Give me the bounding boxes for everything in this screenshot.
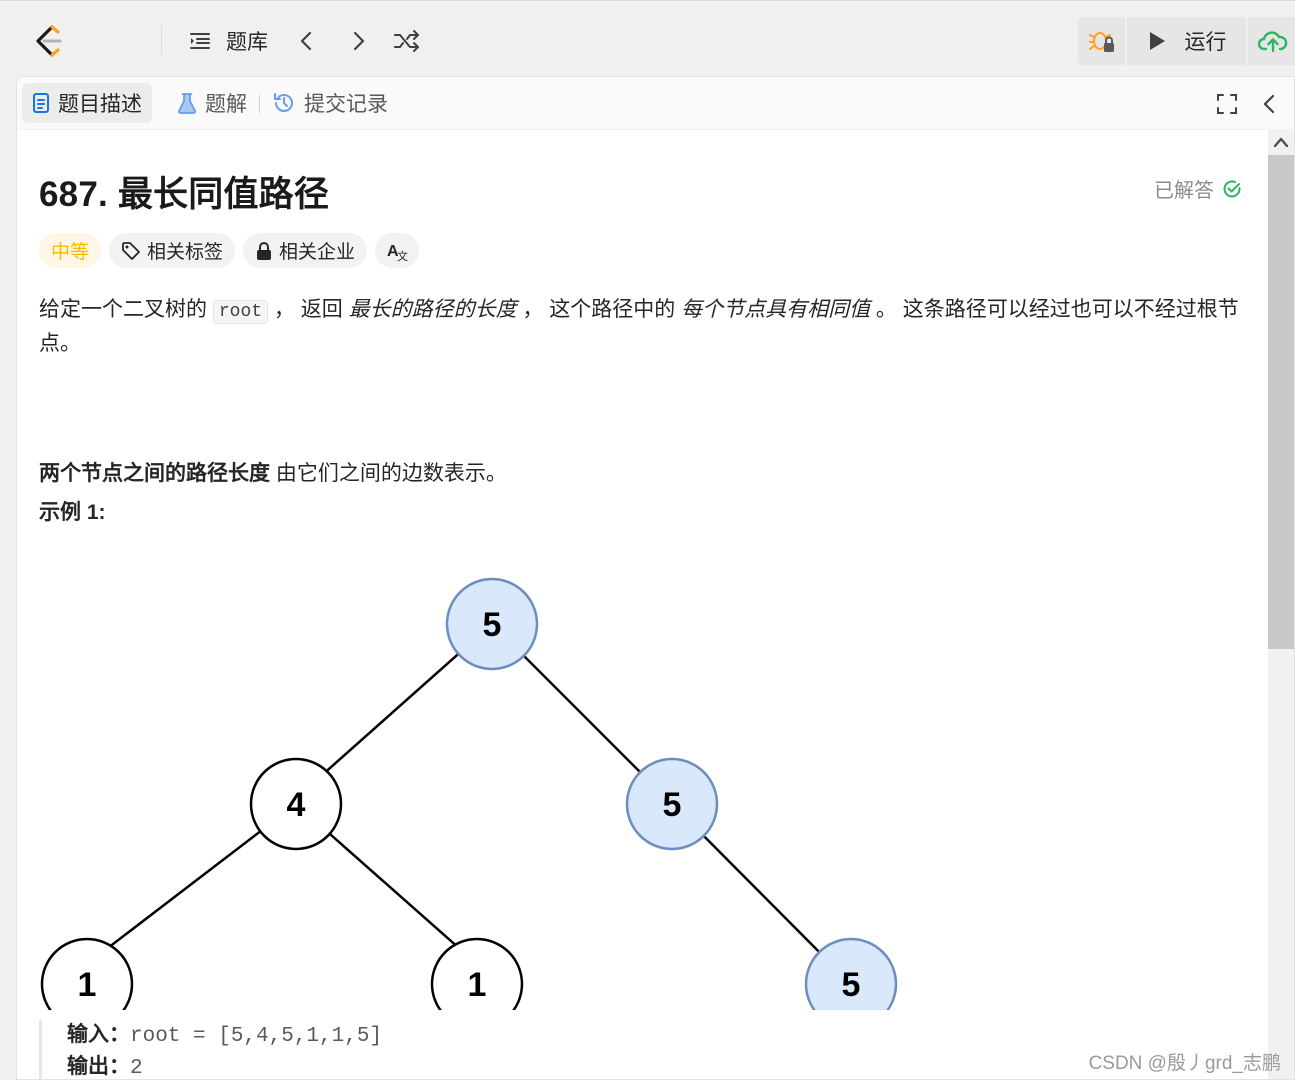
tab-submissions[interactable]: 提交记录 bbox=[262, 83, 398, 123]
desc-emphasis-1: 最长的路径的长度 bbox=[348, 298, 517, 321]
svg-text:文: 文 bbox=[397, 249, 408, 262]
desc-text: ， 返回 bbox=[268, 298, 349, 321]
watermark: CSDN @殷丿grd_志鹏 bbox=[1088, 1053, 1281, 1074]
run-label: 运行 bbox=[1184, 31, 1227, 54]
desc-bold: 两个节点之间的路径长度 bbox=[39, 462, 270, 485]
topics-tag-label: 相关标签 bbox=[147, 242, 224, 263]
example-input-line: 输入：root = [5,4,5,1,1,5] bbox=[67, 1020, 739, 1052]
tag-icon bbox=[122, 241, 140, 260]
tree-node-label: 5 bbox=[483, 606, 502, 644]
next-problem-button[interactable] bbox=[343, 26, 373, 56]
example-io-block: 输入：root = [5,4,5,1,1,5] 输出：2 bbox=[39, 1020, 739, 1080]
problem-panel: 题目描述 题解 提交记录 687. 最长同值路径 已解答 中等 相关标签 相关企… bbox=[16, 76, 1295, 1080]
problem-list-label: 题库 bbox=[226, 31, 268, 54]
leetcode-logo-icon[interactable] bbox=[30, 23, 66, 59]
run-button[interactable]: 运行 bbox=[1127, 17, 1246, 65]
example-heading: 示例 1: bbox=[39, 501, 106, 524]
shuffle-icon bbox=[394, 30, 419, 52]
tab-description-label: 题目描述 bbox=[58, 93, 142, 116]
history-icon bbox=[274, 93, 293, 112]
collapse-panel-icon[interactable] bbox=[1257, 91, 1283, 117]
tab-bar: 题目描述 题解 提交记录 bbox=[17, 77, 1294, 130]
check-circle-icon bbox=[1223, 180, 1241, 197]
tab-submissions-label: 提交记录 bbox=[304, 93, 388, 116]
lock-icon bbox=[257, 241, 272, 260]
input-label: 输入： bbox=[67, 1023, 130, 1046]
scrollbar-thumb[interactable] bbox=[1268, 155, 1294, 649]
example-tree-diagram: 5 4 5 1 1 5 bbox=[40, 577, 898, 1010]
problem-title: 687. 最长同值路径 bbox=[39, 175, 330, 214]
companies-tag-button[interactable]: 相关企业 bbox=[243, 233, 368, 268]
solved-label: 已解答 bbox=[1154, 180, 1214, 202]
play-icon bbox=[1149, 32, 1165, 50]
top-nav: 题库 运行 bbox=[0, 0, 1295, 76]
nav-divider bbox=[161, 25, 162, 55]
tab-divider bbox=[259, 95, 260, 113]
desc-emphasis-2: 每个节点具有相同值 bbox=[681, 298, 871, 321]
example-output-line: 输出：2 bbox=[67, 1052, 739, 1080]
description-content: 687. 最长同值路径 已解答 中等 相关标签 相关企业 A 文 给定一个二叉树… bbox=[17, 130, 1267, 1080]
bug-locked-icon bbox=[1088, 32, 1114, 52]
random-problem-button[interactable] bbox=[392, 26, 422, 56]
tree-node-label: 4 bbox=[287, 786, 306, 824]
topics-tag-button[interactable]: 相关标签 bbox=[109, 233, 236, 268]
difficulty-label: 中等 bbox=[51, 242, 90, 263]
problem-list-button[interactable]: 题库 bbox=[188, 25, 268, 57]
tab-solution-label: 题解 bbox=[205, 93, 247, 116]
output-label: 输出： bbox=[67, 1055, 130, 1078]
solved-status: 已解答 bbox=[1154, 174, 1242, 203]
prev-problem-button[interactable] bbox=[292, 26, 322, 56]
root-code: root bbox=[212, 300, 269, 324]
desc-text: 给定一个二叉树的 bbox=[39, 298, 213, 321]
input-value: root = [5,4,5,1,1,5] bbox=[130, 1025, 383, 1048]
desc-text: 由它们之间的边数表示。 bbox=[270, 462, 507, 485]
chevron-left-icon bbox=[300, 31, 312, 51]
cloud-upload-icon bbox=[1258, 31, 1288, 53]
scroll-up-arrow-icon[interactable] bbox=[1273, 136, 1289, 148]
description-paragraph-1: 给定一个二叉树的 root ， 返回 最长的路径的长度 ， 这个路径中的 每个节… bbox=[39, 294, 1239, 360]
vertical-scrollbar[interactable] bbox=[1268, 130, 1294, 1079]
document-icon bbox=[33, 93, 49, 113]
companies-tag-label: 相关企业 bbox=[279, 242, 356, 263]
action-buttons: 运行 bbox=[1078, 17, 1295, 65]
tag-row: 中等 相关标签 相关企业 A 文 bbox=[39, 233, 420, 268]
tree-node-label: 5 bbox=[842, 966, 861, 1004]
tree-node-label: 1 bbox=[468, 966, 487, 1004]
tab-description[interactable]: 题目描述 bbox=[22, 83, 152, 123]
output-value: 2 bbox=[130, 1057, 143, 1080]
difficulty-badge: 中等 bbox=[39, 233, 102, 268]
translate-button[interactable]: A 文 bbox=[375, 233, 420, 268]
description-paragraph-2: 两个节点之间的路径长度 由它们之间的边数表示。 bbox=[39, 458, 1239, 490]
tree-node-label: 1 bbox=[78, 966, 97, 1004]
tab-solution[interactable]: 题解 bbox=[167, 83, 257, 123]
translate-icon: A 文 bbox=[387, 243, 408, 262]
chevron-right-icon bbox=[353, 31, 365, 51]
list-icon bbox=[190, 33, 210, 49]
fullscreen-icon[interactable] bbox=[1214, 91, 1240, 117]
debug-button[interactable] bbox=[1078, 17, 1125, 65]
tree-node-label: 5 bbox=[663, 786, 682, 824]
submit-button[interactable] bbox=[1248, 17, 1295, 65]
flask-icon bbox=[178, 93, 196, 114]
desc-text: ， 这个路径中的 bbox=[516, 298, 682, 321]
